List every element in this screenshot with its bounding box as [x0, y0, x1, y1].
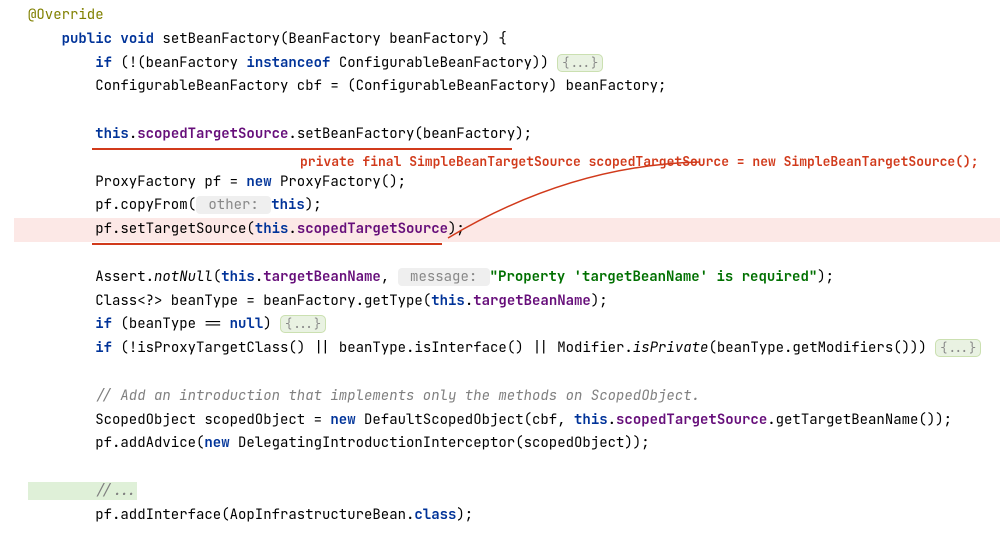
code-line: pf.addInterface(AopInfrastructureBean.cl…	[14, 504, 1000, 528]
code-line: pf.copyFrom( other: this);	[14, 194, 1000, 218]
code-line: Class<?> beanType = beanFactory.getType(…	[14, 290, 1000, 314]
code-line: if (beanType == null) {...}	[14, 313, 1000, 337]
annotation-underline	[92, 148, 512, 150]
comment-line: // Add an introduction that implements o…	[14, 385, 1000, 409]
code-line: Assert.notNull(this.targetBeanName, mess…	[14, 266, 1000, 290]
code-line: ScopedObject scopedObject = new DefaultS…	[14, 409, 1000, 433]
fold-region[interactable]: {...}	[280, 315, 326, 333]
annotation: @Override	[28, 6, 104, 24]
code-line-highlighted: pf.setTargetSource(this.scopedTargetSour…	[14, 218, 1000, 242]
code-line: this.scopedTargetSource.setBeanFactory(b…	[14, 123, 1000, 147]
fold-region[interactable]: {...}	[557, 54, 603, 72]
code-line: ConfigurableBeanFactory cbf = (Configura…	[14, 75, 1000, 99]
blank-line	[14, 361, 1000, 385]
annotation-underline	[92, 243, 442, 245]
annotation-callout: private final SimpleBeanTargetSource sco…	[300, 151, 979, 173]
comment-line: //...	[14, 480, 1000, 504]
code-line: if (!(beanFactory instanceof Configurabl…	[14, 52, 1000, 76]
code-line: ProxyFactory pf = new ProxyFactory();	[14, 171, 1000, 195]
param-hint: other:	[196, 196, 271, 214]
blank-line	[14, 242, 1000, 266]
blank-line	[14, 456, 1000, 480]
code-line: if (!isProxyTargetClass() || beanType.is…	[14, 337, 1000, 361]
code-line: pf.addAdvice(new DelegatingIntroductionI…	[14, 432, 1000, 456]
fold-region[interactable]: {...}	[935, 339, 981, 357]
blank-line	[14, 528, 1000, 550]
blank-line	[14, 99, 1000, 123]
code-editor: @Override public void setBeanFactory(Bea…	[0, 0, 1000, 550]
param-hint: message:	[398, 268, 490, 286]
code-line: public void setBeanFactory(BeanFactory b…	[14, 28, 1000, 52]
code-line: @Override	[14, 4, 1000, 28]
